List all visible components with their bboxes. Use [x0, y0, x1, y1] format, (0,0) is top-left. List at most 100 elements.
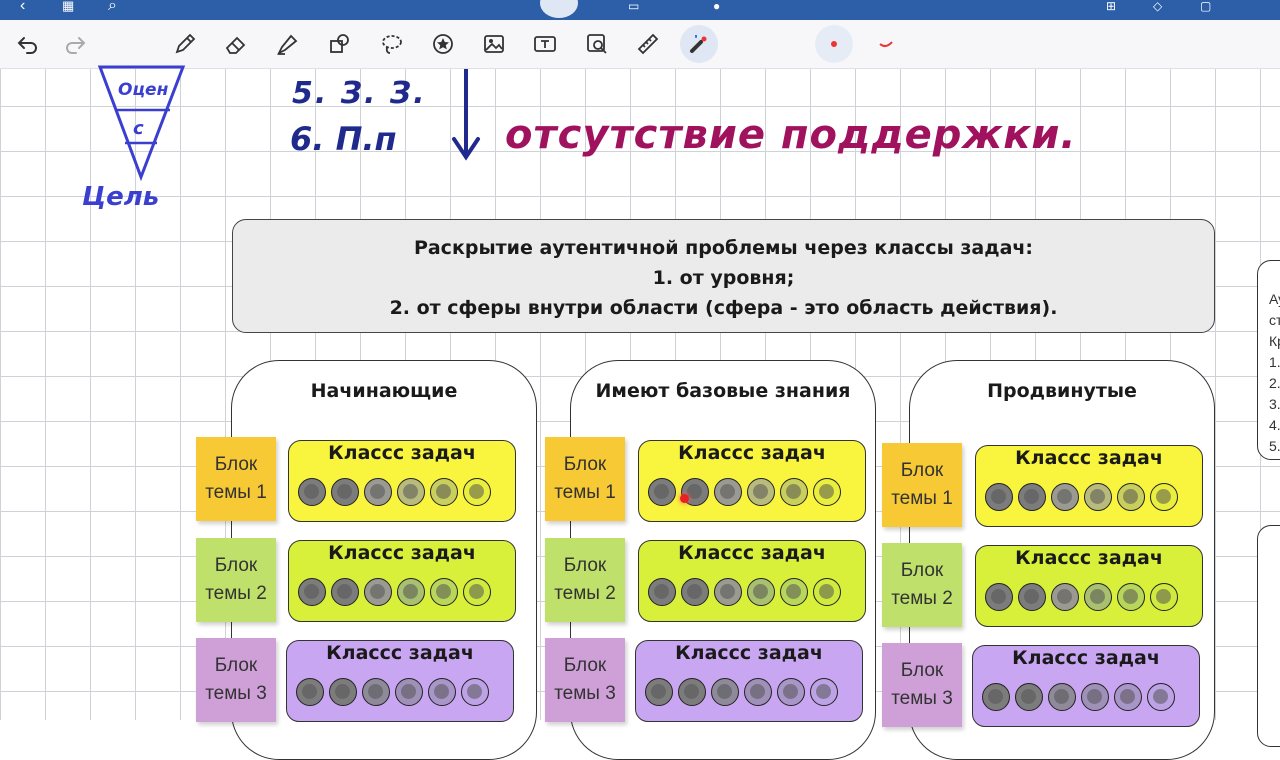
- search-icon[interactable]: ⌕: [108, 0, 117, 14]
- sticky-note-topic-3[interactable]: Блок темы 3: [196, 638, 276, 722]
- task-token-icon: [1051, 583, 1079, 611]
- sticky-note-topic-2[interactable]: Блок темы 2: [545, 538, 625, 622]
- zoom-image-icon[interactable]: [585, 32, 609, 56]
- task-token-icon: [678, 678, 706, 706]
- bookmark-icon[interactable]: ◇: [1153, 0, 1162, 12]
- pen-icon[interactable]: [173, 32, 197, 56]
- task-token-icon: [813, 478, 841, 506]
- down-arrow-drawing: [452, 69, 480, 161]
- task-class-label: Классс задач: [328, 542, 476, 564]
- task-token-icon: [744, 678, 772, 706]
- highlighter-icon[interactable]: [275, 32, 299, 56]
- right-panel-line: 1.: [1269, 354, 1280, 370]
- task-class-label: Классс задач: [326, 642, 474, 664]
- right-panel-line: Кр: [1269, 333, 1280, 349]
- no-support-note: отсутствие поддержки.: [505, 112, 1077, 158]
- task-token-icon: [461, 678, 489, 706]
- microphone-icon[interactable]: ●: [713, 0, 720, 12]
- task-token-icon: [985, 483, 1013, 511]
- grid-view-icon[interactable]: ▦: [62, 0, 74, 12]
- eraser-icon[interactable]: [224, 32, 248, 56]
- task-class-label: Классс задач: [675, 642, 823, 664]
- sticky-note-topic-1[interactable]: Блок темы 1: [196, 437, 276, 521]
- sticky-note-topic-2[interactable]: Блок темы 2: [196, 538, 276, 622]
- goal-label: Цель: [82, 182, 160, 212]
- task-class-card[interactable]: Классс задач: [288, 440, 516, 522]
- task-token-icon: [982, 683, 1010, 711]
- task-class-label: Классс задач: [1015, 547, 1163, 569]
- sticky-note-topic-1[interactable]: Блок темы 1: [545, 437, 625, 521]
- laser-trail-icon[interactable]: [876, 34, 896, 54]
- task-token-icon: [1018, 583, 1046, 611]
- pen-mode-icon[interactable]: [540, 0, 578, 18]
- task-token-icon: [648, 578, 676, 606]
- list-item-6: 6. П.п: [290, 120, 397, 158]
- task-tokens: [985, 583, 1178, 611]
- laser-pointer-glyph-icon: [690, 35, 707, 53]
- header-box: Раскрытие аутентичной проблемы через кла…: [232, 219, 1215, 333]
- task-class-card[interactable]: Классс задач: [638, 440, 866, 522]
- task-class-card[interactable]: Классс задач: [975, 445, 1203, 527]
- task-token-icon: [648, 478, 676, 506]
- task-class-card[interactable]: Классс задач: [972, 645, 1200, 727]
- header-line-3: 2. от сферы внутри области (сфера - это …: [389, 297, 1058, 319]
- task-class-card[interactable]: Классс задач: [638, 540, 866, 622]
- task-token-icon: [780, 578, 808, 606]
- task-class-label: Классс задач: [1015, 447, 1163, 469]
- column-title: Начинающие: [310, 380, 458, 402]
- task-token-icon: [397, 578, 425, 606]
- image-icon[interactable]: [482, 32, 506, 56]
- task-class-label: Классс задач: [678, 442, 826, 464]
- column-title: Имеют базовые знания: [595, 380, 851, 402]
- task-class-card[interactable]: Классс задач: [286, 640, 514, 722]
- task-token-icon: [714, 578, 742, 606]
- right-panel-line: 5.: [1269, 438, 1280, 454]
- task-token-icon: [430, 578, 458, 606]
- column-title: Продвинутые: [987, 380, 1137, 402]
- task-token-icon: [428, 678, 456, 706]
- text-box-icon[interactable]: [533, 32, 557, 56]
- header-line-1: Раскрытие аутентичной проблемы через кла…: [413, 237, 1034, 259]
- task-token-icon: [1114, 683, 1142, 711]
- task-class-card[interactable]: Классс задач: [288, 540, 516, 622]
- laser-dot-icon: [831, 41, 837, 47]
- sticker-icon[interactable]: [431, 32, 455, 56]
- lasso-icon[interactable]: [380, 32, 404, 56]
- task-token-icon: [298, 578, 326, 606]
- task-token-icon: [1150, 483, 1178, 511]
- back-icon[interactable]: ‹: [20, 0, 25, 14]
- more-icon[interactable]: ▢: [1200, 0, 1211, 12]
- sticky-note-topic-3[interactable]: Блок темы 3: [882, 643, 962, 727]
- task-class-label: Классс задач: [678, 542, 826, 564]
- task-token-icon: [1084, 583, 1112, 611]
- task-class-card[interactable]: Классс задач: [635, 640, 863, 722]
- task-token-icon: [711, 678, 739, 706]
- task-token-icon: [430, 478, 458, 506]
- task-token-icon: [331, 478, 359, 506]
- task-class-card[interactable]: Классс задач: [975, 545, 1203, 627]
- sticky-note-topic-3[interactable]: Блок темы 3: [545, 638, 625, 722]
- undo-icon[interactable]: [16, 32, 40, 56]
- redo-icon[interactable]: [63, 32, 87, 56]
- task-tokens: [296, 678, 489, 706]
- shapes-icon[interactable]: [328, 32, 352, 56]
- task-tokens: [982, 683, 1175, 711]
- sticky-note-topic-1[interactable]: Блок темы 1: [882, 443, 962, 527]
- add-page-icon[interactable]: ⊞: [1106, 0, 1116, 12]
- right-side-panel: Ау ст Кр 1. 2. 3. 4. 5.: [1257, 260, 1280, 460]
- ruler-icon[interactable]: [636, 32, 660, 56]
- task-token-icon: [1084, 483, 1112, 511]
- task-token-icon: [1051, 483, 1079, 511]
- sticky-note-topic-2[interactable]: Блок темы 2: [882, 543, 962, 627]
- task-tokens: [648, 478, 841, 506]
- task-tokens: [298, 578, 491, 606]
- document-icon[interactable]: ▭: [628, 0, 639, 12]
- task-token-icon: [463, 478, 491, 506]
- header-line-2: 1. от уровня;: [652, 267, 795, 289]
- task-token-icon: [364, 578, 392, 606]
- task-token-icon: [329, 678, 357, 706]
- task-token-icon: [1081, 683, 1109, 711]
- task-tokens: [298, 478, 491, 506]
- task-token-icon: [1015, 683, 1043, 711]
- right-side-panel-lower: [1257, 525, 1280, 747]
